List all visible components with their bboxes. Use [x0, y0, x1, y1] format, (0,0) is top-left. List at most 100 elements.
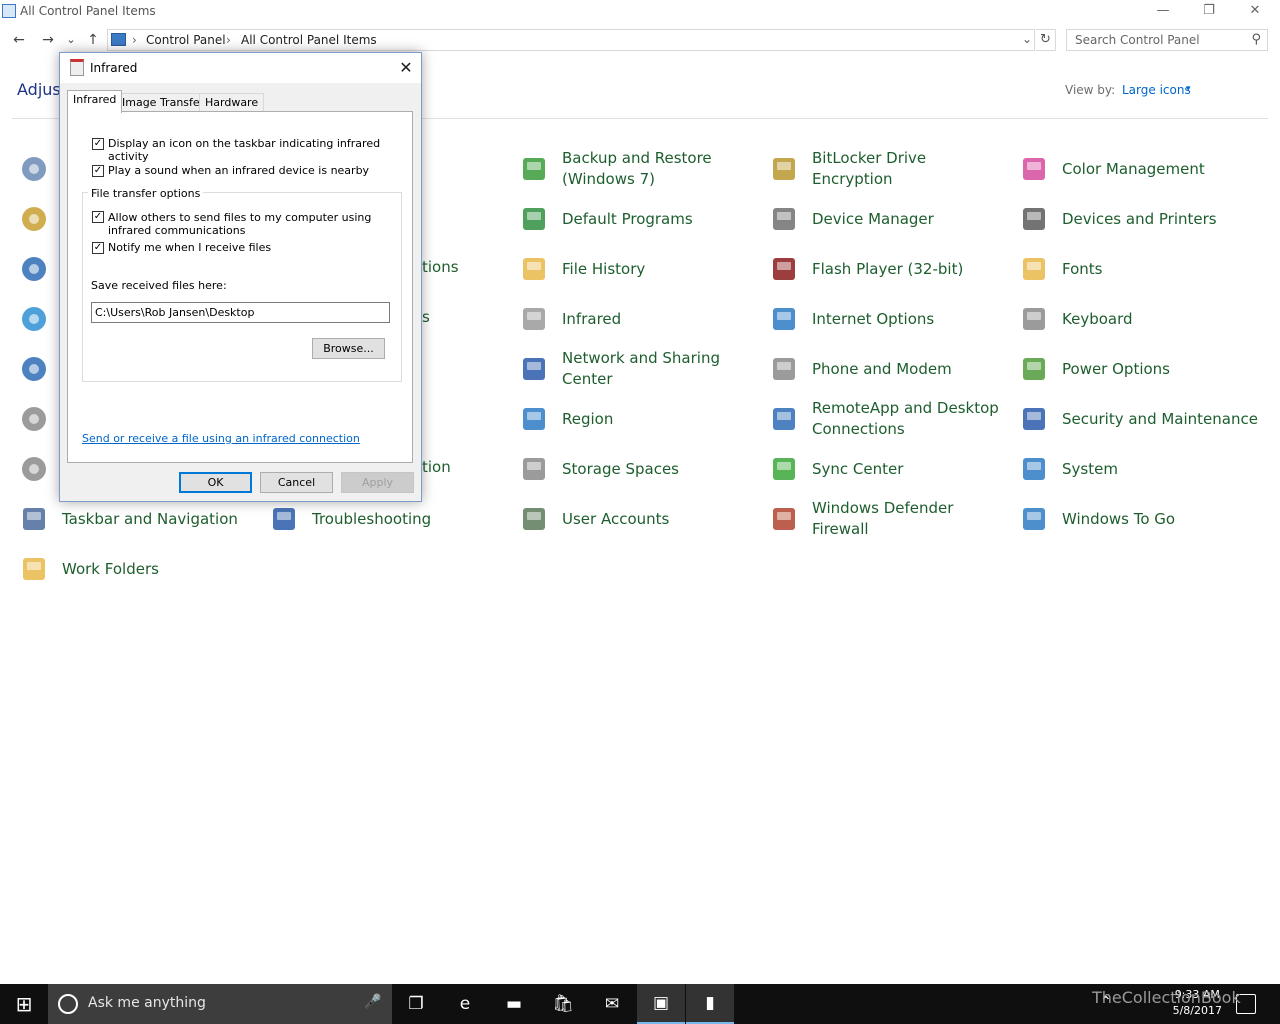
partial-item-label[interactable]: tions [422, 258, 459, 276]
control-panel-item[interactable]: Windows To Go [1018, 497, 1258, 541]
address-bar[interactable]: › Control Panel › All Control Panel Item… [107, 29, 1035, 51]
control-panel-item[interactable]: Flash Player (32-bit) [768, 247, 1008, 291]
storage-spaces-icon [518, 453, 550, 485]
control-panel-item[interactable]: Phone and Modem [768, 347, 1008, 391]
control-panel-item[interactable]: Troubleshooting [268, 497, 508, 541]
forward-button[interactable]: → [38, 31, 58, 49]
windows-to-go-icon [1018, 503, 1050, 535]
recent-locations-button[interactable]: ⌄ [63, 31, 79, 49]
store-icon[interactable]: 🛍 [539, 984, 587, 1024]
notify-receive-checkbox[interactable]: ✓ [92, 242, 104, 254]
microphone-icon[interactable]: 🎤 [364, 994, 381, 1010]
control-panel-item[interactable]: RemoteApp and Desktop Connections [768, 397, 1008, 441]
tab-infrared[interactable]: Infrared [67, 90, 123, 113]
control-panel-item[interactable]: Color Management [1018, 147, 1258, 191]
network-sharing-icon [518, 353, 550, 385]
cortana-search-box[interactable]: Ask me anything 🎤 [48, 984, 392, 1024]
infrared-app-icon[interactable]: ▮ [686, 984, 734, 1024]
mail-icon[interactable]: ✉ [588, 984, 636, 1024]
ok-button[interactable]: OK [179, 472, 252, 493]
play-sound-checkbox[interactable]: ✓ [92, 165, 104, 177]
allow-send-files-checkbox[interactable]: ✓ [92, 211, 104, 223]
control-panel-item[interactable]: Infrared [518, 297, 758, 341]
control-panel-item[interactable]: Region [518, 397, 758, 441]
control-panel-item[interactable]: User Accounts [518, 497, 758, 541]
control-panel-item[interactable]: System [1018, 447, 1258, 491]
up-button[interactable]: ↑ [83, 31, 103, 49]
control-panel-item[interactable]: Default Programs [518, 197, 758, 241]
troubleshooting-icon [268, 503, 300, 535]
partial-item-label[interactable]: s [422, 308, 430, 326]
programs-features-icon[interactable] [18, 403, 50, 435]
search-placeholder: Search Control Panel [1075, 33, 1200, 47]
control-panel-item[interactable]: Backup and Restore (Windows 7) [518, 147, 758, 191]
close-button[interactable]: ✕ [1232, 0, 1278, 24]
breadcrumb-separator: › [226, 33, 231, 47]
edge-icon[interactable]: e [441, 984, 489, 1024]
cancel-button[interactable]: Cancel [260, 472, 333, 493]
apply-button[interactable]: Apply [341, 472, 414, 493]
save-path-field[interactable]: C:\Users\Rob Jansen\Desktop [91, 302, 390, 323]
control-panel-item[interactable]: Devices and Printers [1018, 197, 1258, 241]
address-dropdown-icon[interactable]: ⌄ [1022, 32, 1032, 46]
control-panel-item[interactable]: BitLocker Drive Encryption [768, 147, 1008, 191]
item-label: Troubleshooting [312, 509, 432, 528]
autoplay-icon[interactable] [18, 203, 50, 235]
window-titlebar: All Control Panel Items — ❐ ✕ [0, 0, 1280, 24]
ease-of-access-icon[interactable] [18, 253, 50, 285]
chevron-down-icon[interactable]: ▾ [1186, 84, 1191, 94]
browse-button[interactable]: Browse... [312, 338, 385, 359]
cortana-placeholder: Ask me anything [88, 995, 206, 1011]
view-by-dropdown[interactable]: Large icons [1122, 83, 1191, 97]
homegroup-icon[interactable] [18, 303, 50, 335]
control-panel-item[interactable]: Fonts [1018, 247, 1258, 291]
refresh-button[interactable]: ↻ [1036, 29, 1056, 51]
back-button[interactable]: ← [9, 31, 29, 49]
control-panel-item[interactable]: Device Manager [768, 197, 1008, 241]
item-label: User Accounts [562, 509, 670, 528]
tab-image-transfer[interactable]: Image Transfer [116, 93, 211, 112]
breadcrumb-separator: › [132, 33, 137, 47]
language-icon[interactable] [18, 353, 50, 385]
infrared-icon [518, 303, 550, 335]
show-taskbar-icon-checkbox[interactable]: ✓ [92, 138, 104, 150]
maximize-button[interactable]: ❐ [1186, 0, 1232, 24]
item-label: Phone and Modem [812, 359, 952, 378]
control-panel-item[interactable]: Security and Maintenance [1018, 397, 1258, 441]
infrared-dialog: Infrared ✕ Infrared Image Transfer Hardw… [59, 52, 422, 502]
item-label: Storage Spaces [562, 459, 679, 478]
control-panel-item[interactable]: Network and Sharing Center [518, 347, 758, 391]
send-receive-link[interactable]: Send or receive a file using an infrared… [82, 432, 360, 445]
control-panel-item[interactable]: File History [518, 247, 758, 291]
item-label: Fonts [1062, 259, 1103, 278]
administrative-tools-icon[interactable] [18, 153, 50, 185]
control-panel-item[interactable]: Taskbar and Navigation [18, 497, 258, 541]
infrared-icon [70, 59, 84, 76]
control-panel-item[interactable]: Keyboard [1018, 297, 1258, 341]
control-panel-item[interactable]: Storage Spaces [518, 447, 758, 491]
item-label: Sync Center [812, 459, 904, 478]
file-explorer-icon[interactable]: ▬ [490, 984, 538, 1024]
control-panel-item[interactable]: Work Folders [18, 547, 258, 591]
partial-item-label[interactable]: tion [422, 458, 451, 476]
control-panel-item[interactable]: Sync Center [768, 447, 1008, 491]
breadcrumb-control-panel[interactable]: Control Panel [146, 33, 226, 47]
breadcrumb-all-items[interactable]: All Control Panel Items [241, 33, 377, 47]
start-button[interactable]: ⊞ [0, 984, 48, 1024]
sound-icon[interactable] [18, 453, 50, 485]
item-label: Backup and Restore (Windows 7) [562, 149, 712, 188]
item-label: Infrared [562, 309, 622, 328]
control-panel-item[interactable]: Windows Defender Firewall [768, 497, 1008, 541]
control-panel-icon[interactable]: ▣ [637, 984, 685, 1024]
control-panel-item[interactable]: Power Options [1018, 347, 1258, 391]
search-input[interactable]: Search Control Panel ⚲ [1066, 29, 1268, 51]
backup-restore-icon [518, 153, 550, 185]
control-panel-item[interactable]: Internet Options [768, 297, 1008, 341]
item-label: System [1062, 459, 1118, 478]
dialog-close-button[interactable]: ✕ [394, 56, 418, 80]
firewall-icon [768, 503, 800, 535]
tab-hardware[interactable]: Hardware [199, 93, 265, 112]
task-view-icon[interactable]: ❐ [392, 984, 440, 1024]
item-label: Device Manager [812, 209, 934, 228]
minimize-button[interactable]: — [1140, 0, 1186, 24]
